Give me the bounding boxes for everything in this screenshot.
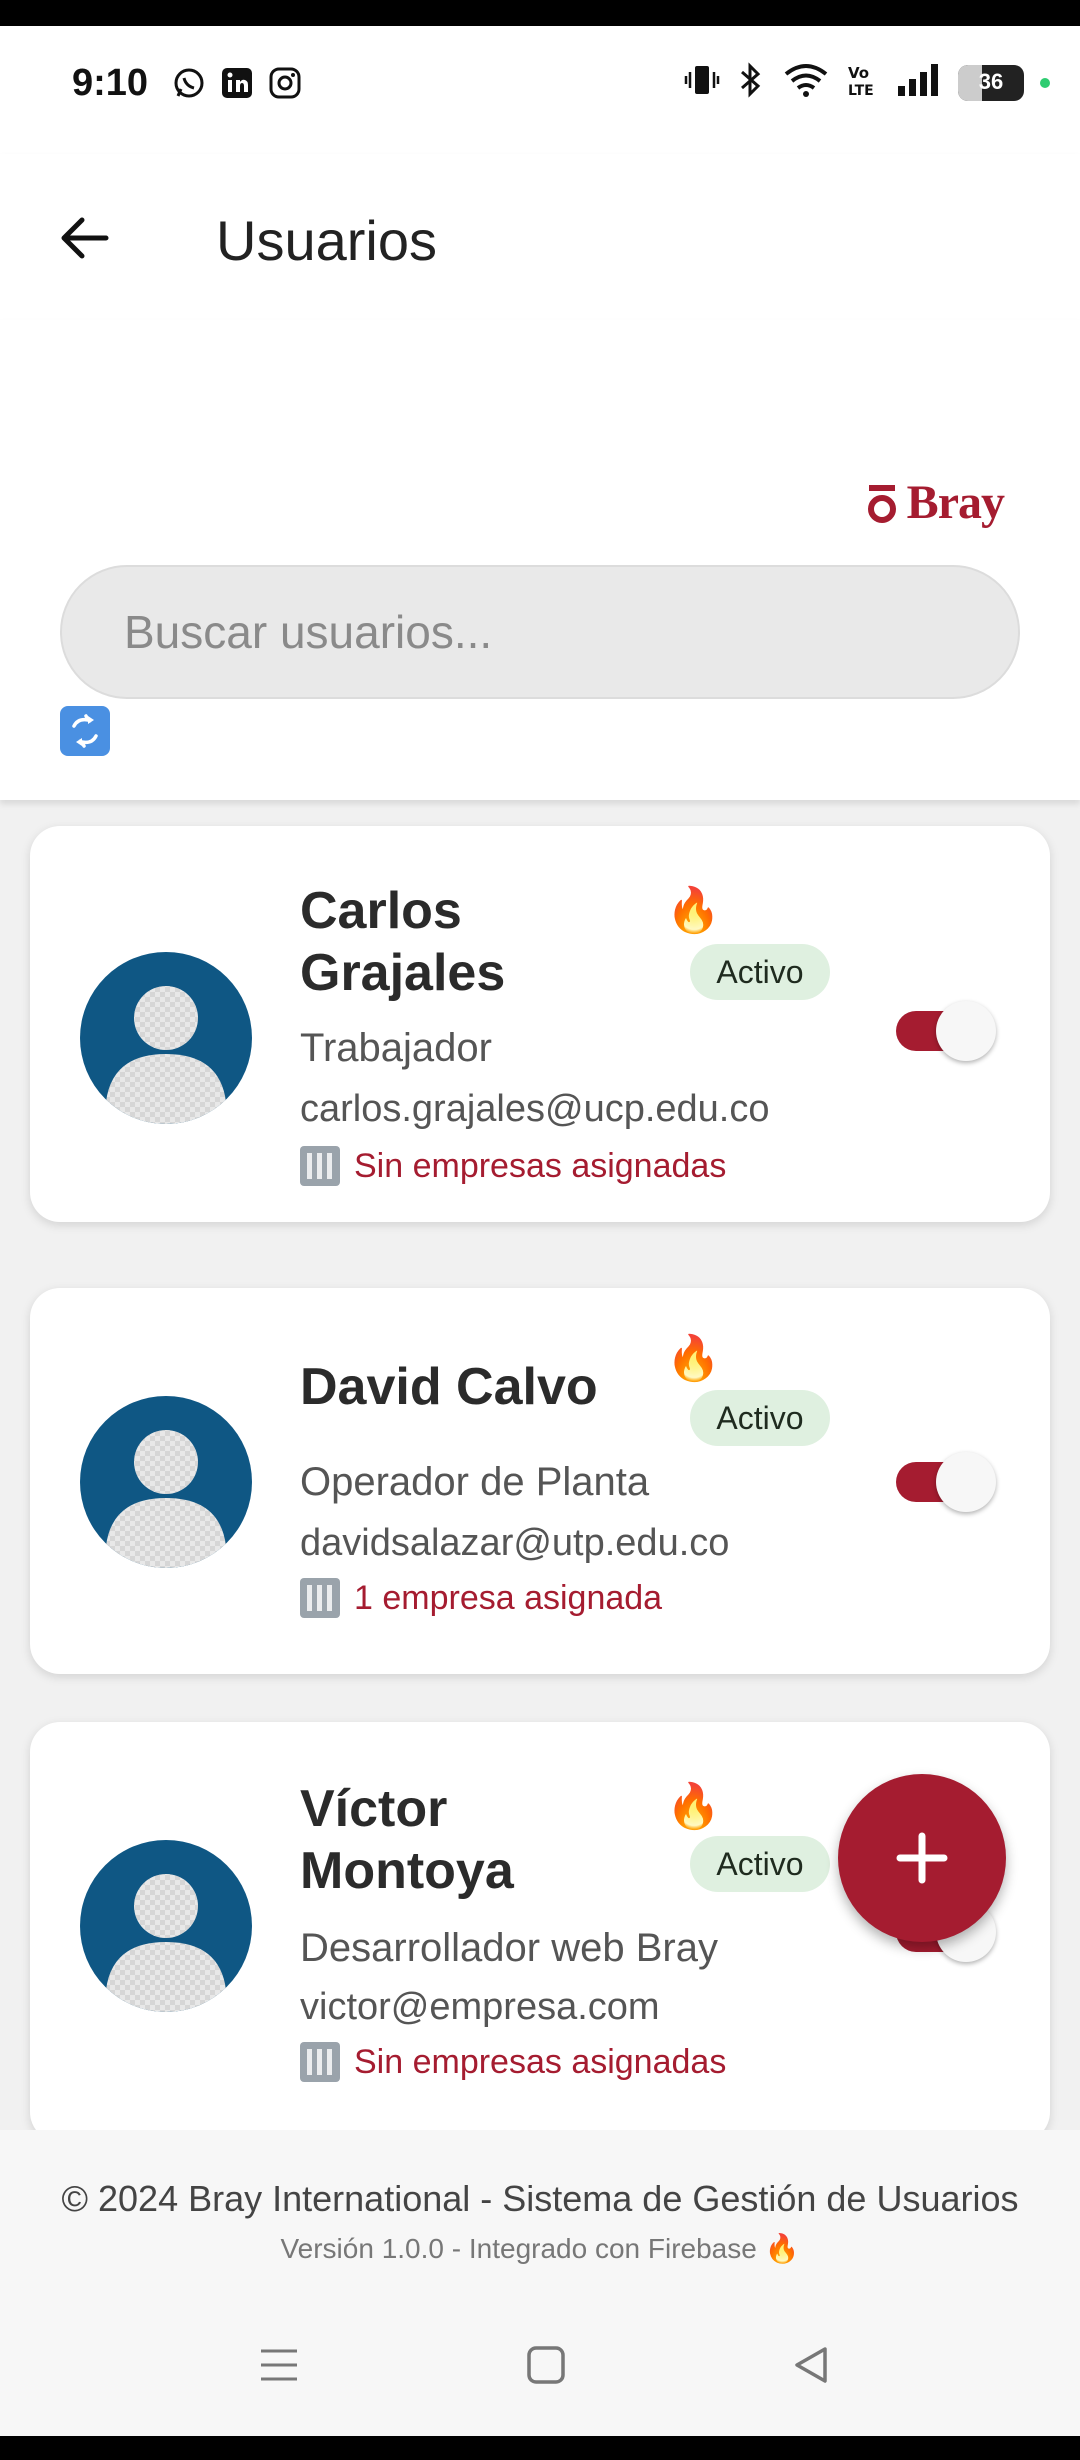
vibrate-icon — [684, 62, 720, 103]
privacy-indicator-dot — [1040, 77, 1050, 88]
recent-apps-button[interactable] — [244, 2330, 314, 2400]
user-role: Trabajador — [300, 1026, 492, 1070]
arrow-left-icon — [61, 217, 109, 259]
footer-copyright: © 2024 Bray International - Sistema de G… — [61, 2178, 1019, 2219]
triangle-back-icon — [795, 2347, 827, 2383]
bluetooth-icon — [736, 62, 766, 103]
back-button[interactable] — [52, 206, 116, 270]
menu-lines-icon — [261, 2349, 297, 2381]
avatar — [80, 1396, 252, 1568]
companies-text: Sin empresas asignadas — [354, 2042, 727, 2081]
companies-text: 1 empresa asignada — [354, 1578, 663, 1617]
building-icon — [300, 1578, 340, 1618]
back-nav-button[interactable] — [776, 2330, 846, 2400]
svg-text:LTE: LTE — [848, 83, 874, 98]
user-name: David Calvo — [300, 1358, 598, 1416]
footer: © 2024 Bray International - Sistema de G… — [0, 2130, 1080, 2290]
home-button[interactable] — [511, 2330, 581, 2400]
footer-version: Versión 1.0.0 - Integrado con Firebase 🔥 — [280, 2233, 800, 2264]
avatar — [80, 952, 252, 1124]
status-bar: 9:10 Vo LTE 36 — [0, 26, 1080, 154]
page-title: Usuarios — [216, 209, 437, 272]
user-companies: Sin empresas asignadas — [300, 2042, 726, 2082]
header-area: Bray — [0, 320, 1080, 800]
user-email: davidsalazar@utp.edu.co — [300, 1522, 730, 1564]
firebase-fire-icon: 🔥 — [666, 1782, 721, 1831]
bottom-black-bar — [0, 2436, 1080, 2460]
add-user-button[interactable] — [838, 1774, 1006, 1942]
user-role: Operador de Planta — [300, 1460, 650, 1504]
user-companies: Sin empresas asignadas — [300, 1146, 726, 1186]
svg-text:Vo: Vo — [848, 64, 869, 82]
volte-icon: Vo LTE — [846, 62, 880, 103]
battery-level: 36 — [978, 68, 1004, 94]
status-badge: Activo — [690, 944, 830, 1000]
avatar — [80, 1840, 252, 2012]
building-icon — [300, 2042, 340, 2082]
square-icon — [527, 2346, 565, 2384]
wifi-icon — [782, 62, 830, 103]
instagram-icon — [268, 66, 302, 100]
bray-logo: Bray — [865, 475, 1005, 530]
companies-text: Sin empresas asignadas — [354, 1146, 727, 1185]
user-active-toggle[interactable] — [896, 1452, 996, 1512]
firebase-fire-icon: 🔥 — [666, 1334, 721, 1383]
status-system-icons: Vo LTE 36 — [684, 62, 1050, 103]
user-companies: 1 empresa asignada — [300, 1578, 662, 1618]
system-nav-bar — [0, 2290, 1080, 2436]
whatsapp-icon — [172, 66, 206, 100]
building-icon — [300, 1146, 340, 1186]
status-app-icons — [172, 66, 302, 100]
user-card[interactable]: David Calvo 🔥 Activo Operador de Planta … — [30, 1288, 1050, 1674]
linkedin-icon — [220, 66, 254, 100]
user-name: Carlos Grajales — [300, 882, 506, 1002]
user-card[interactable]: Carlos Grajales 🔥 Activo Trabajador carl… — [30, 826, 1050, 1222]
toggle-knob — [936, 1001, 996, 1061]
toggle-knob — [936, 1452, 996, 1512]
top-black-bar — [0, 0, 1080, 26]
status-badge: Activo — [690, 1836, 830, 1892]
signal-icon — [896, 62, 942, 103]
user-role: Desarrollador web Bray — [300, 1926, 718, 1970]
firebase-fire-icon: 🔥 — [666, 886, 721, 935]
user-active-toggle[interactable] — [896, 1001, 996, 1061]
status-badge: Activo — [690, 1390, 830, 1446]
refresh-icon[interactable] — [60, 706, 110, 756]
battery-icon: 36 — [958, 64, 1024, 101]
user-name: Víctor Montoya — [300, 1780, 514, 1900]
logo-text: Bray — [906, 476, 1005, 529]
bray-logo-icon — [867, 484, 896, 523]
user-email: victor@empresa.com — [300, 1986, 660, 2028]
user-email: carlos.grajales@ucp.edu.co — [300, 1088, 770, 1130]
status-time: 9:10 — [72, 62, 149, 104]
search-input[interactable] — [124, 605, 1018, 659]
search-bar[interactable] — [60, 565, 1020, 699]
app-bar: Usuarios — [0, 154, 1080, 320]
plus-icon — [896, 1832, 948, 1884]
